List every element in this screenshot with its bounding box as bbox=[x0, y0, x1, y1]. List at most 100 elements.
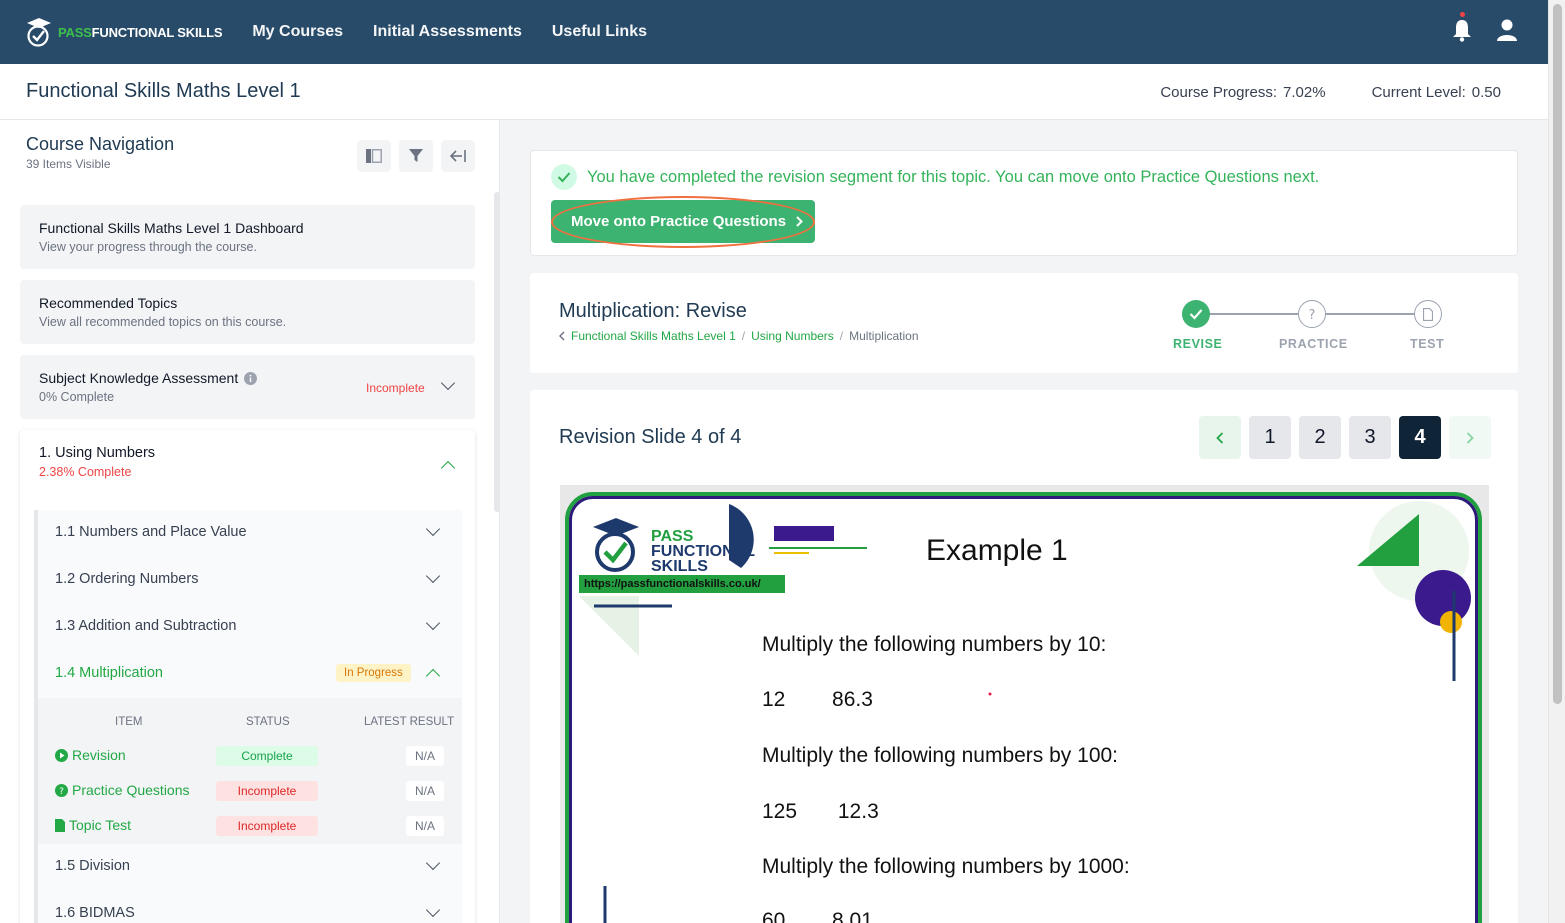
chevron-right-icon bbox=[796, 216, 803, 227]
chevron-down-icon bbox=[425, 615, 441, 631]
status-badge: In Progress bbox=[336, 664, 411, 682]
user-icon[interactable] bbox=[1496, 18, 1518, 42]
current-level: Current Level: 0.50 bbox=[1371, 84, 1501, 101]
slide-line: 12 86.3 bbox=[762, 688, 873, 711]
dashboard-card-title: Functional Skills Maths Level 1 Dashboar… bbox=[39, 220, 304, 236]
item-row-revision[interactable]: Revision Complete N/A bbox=[38, 739, 462, 774]
subtopic-1-1[interactable]: 1.1 Numbers and Place Value bbox=[38, 510, 462, 557]
column-header-latest-result: LATEST RESULT bbox=[364, 716, 455, 728]
logo-icon bbox=[27, 18, 51, 47]
course-progress: Course Progress: 7.02% bbox=[1160, 84, 1326, 101]
prev-slide-button[interactable] bbox=[1199, 416, 1241, 459]
column-header-status: STATUS bbox=[246, 716, 290, 728]
page-button-3[interactable]: 3 bbox=[1349, 416, 1391, 459]
toggle-layout-button[interactable] bbox=[357, 140, 391, 172]
recommended-topics-subtitle: View all recommended topics on this cour… bbox=[39, 315, 287, 329]
page-button-2[interactable]: 2 bbox=[1299, 416, 1341, 459]
sidebar-title: Course Navigation bbox=[26, 134, 175, 154]
step-revise[interactable] bbox=[1182, 300, 1210, 328]
slide-heading: Example 1 bbox=[926, 534, 1068, 567]
move-button-label: Move onto Practice Questions bbox=[571, 213, 787, 230]
top-navbar: PASSFUNCTIONAL SKILLS My Courses Initial… bbox=[0, 0, 1548, 64]
document-icon bbox=[55, 818, 65, 832]
dashboard-card[interactable]: Functional Skills Maths Level 1 Dashboar… bbox=[20, 205, 475, 269]
subtopic-1-3[interactable]: 1.3 Addition and Subtraction bbox=[38, 604, 462, 651]
course-navigation-sidebar: Course Navigation 39 Items Visible Funct… bbox=[0, 120, 500, 923]
step-practice[interactable]: ? bbox=[1298, 300, 1326, 328]
site-logo[interactable]: PASSFUNCTIONAL SKILLS bbox=[26, 16, 223, 48]
breadcrumb-course[interactable]: Functional Skills Maths Level 1 bbox=[571, 329, 736, 343]
topic-progress: 2.38% Complete bbox=[39, 465, 132, 479]
step-practice-label: PRACTICE bbox=[1279, 337, 1348, 351]
chevron-down-icon bbox=[425, 568, 441, 584]
recommended-topics-card[interactable]: Recommended Topics View all recommended … bbox=[20, 280, 475, 344]
revision-slide-card: Revision Slide 4 of 4 1 2 3 4 PASS FUNCT… bbox=[530, 390, 1518, 923]
chevron-left-icon bbox=[1216, 431, 1224, 444]
play-icon bbox=[55, 748, 68, 762]
layout-icon bbox=[366, 149, 382, 163]
page-button-4[interactable]: 4 bbox=[1399, 416, 1441, 459]
item-name: Practice Questions bbox=[72, 782, 190, 798]
subtopic-1-4[interactable]: 1.4 Multiplication In Progress bbox=[38, 651, 462, 698]
move-onto-practice-button[interactable]: Move onto Practice Questions bbox=[551, 200, 815, 243]
subtopic-1-2[interactable]: 1.2 Ordering Numbers bbox=[38, 557, 462, 604]
subject-knowledge-title: Subject Knowledge Assessment bbox=[39, 370, 239, 386]
chevron-down-icon bbox=[425, 855, 441, 871]
page-button-1[interactable]: 1 bbox=[1249, 416, 1291, 459]
step-connector bbox=[1196, 313, 1298, 315]
subtopic-1-6[interactable]: 1.6 BIDMAS bbox=[38, 891, 462, 923]
notifications-button[interactable] bbox=[1452, 12, 1474, 42]
slide-image: PASS FUNCTIONAL SKILLS https://passfunct… bbox=[560, 485, 1489, 923]
status-badge: Incomplete bbox=[216, 781, 318, 801]
slide-logo-icon bbox=[593, 518, 639, 572]
slide-title: Revision Slide 4 of 4 bbox=[559, 426, 742, 448]
chevron-down-icon[interactable] bbox=[440, 375, 456, 391]
stage-stepper: ? REVISE PRACTICE TEST bbox=[1166, 297, 1456, 357]
item-row-topic-test[interactable]: Topic Test Incomplete N/A bbox=[38, 809, 462, 844]
logo-functional-skills: FUNCTIONAL SKILLS bbox=[91, 24, 223, 40]
slide-line: Multiply the following numbers by 100: bbox=[762, 744, 1119, 767]
nav-initial-assessments[interactable]: Initial Assessments bbox=[373, 23, 522, 41]
status-badge: Complete bbox=[216, 746, 318, 766]
question-icon: ? bbox=[55, 783, 68, 797]
step-connector bbox=[1312, 313, 1414, 315]
item-name: Revision bbox=[72, 747, 126, 763]
nav-my-courses[interactable]: My Courses bbox=[252, 23, 343, 41]
chevron-up-icon[interactable] bbox=[440, 460, 456, 476]
filter-button[interactable] bbox=[399, 140, 433, 172]
step-test[interactable] bbox=[1414, 300, 1442, 328]
dashboard-card-subtitle: View your progress through the course. bbox=[39, 240, 257, 254]
nav-useful-links[interactable]: Useful Links bbox=[552, 23, 647, 41]
chevron-left-icon[interactable] bbox=[559, 331, 565, 341]
topic-stage-card: Multiplication: Revise Functional Skills… bbox=[530, 273, 1518, 373]
subtopic-1-5[interactable]: 1.5 Division bbox=[38, 844, 462, 891]
chevron-down-icon bbox=[425, 902, 441, 918]
latest-result: N/A bbox=[406, 816, 444, 836]
info-icon[interactable] bbox=[244, 371, 258, 385]
topic-title[interactable]: 1. Using Numbers bbox=[39, 445, 155, 461]
slide-line: Multiply the following numbers by 10: bbox=[762, 633, 1107, 656]
page-scrollbar[interactable] bbox=[1548, 0, 1565, 923]
slide-line: 60 8.01 bbox=[762, 909, 873, 923]
items-visible-count: 39 Items Visible bbox=[26, 157, 111, 171]
latest-result: N/A bbox=[406, 746, 444, 766]
breadcrumb-topic[interactable]: Using Numbers bbox=[751, 329, 834, 343]
main-content: You have completed the revision segment … bbox=[500, 120, 1548, 923]
collapse-sidebar-button[interactable] bbox=[441, 140, 475, 172]
logo-pass: PASS bbox=[58, 24, 92, 40]
step-test-label: TEST bbox=[1410, 337, 1445, 351]
slide-line: 125 12.3 bbox=[762, 800, 879, 823]
topic-using-numbers: 1. Using Numbers 2.38% Complete 1.1 Numb… bbox=[20, 430, 475, 923]
document-icon bbox=[1423, 307, 1433, 321]
latest-result: N/A bbox=[406, 781, 444, 801]
chevron-right-icon bbox=[1466, 431, 1474, 444]
next-slide-button[interactable] bbox=[1449, 416, 1491, 459]
recommended-topics-title: Recommended Topics bbox=[39, 295, 178, 311]
course-header: Functional Skills Maths Level 1 Course P… bbox=[0, 64, 1548, 120]
slide-url: https://passfunctionalskills.co.uk/ bbox=[579, 575, 785, 593]
chevron-down-icon bbox=[425, 521, 441, 537]
status-badge: Incomplete bbox=[366, 381, 425, 395]
subject-knowledge-card[interactable]: Subject Knowledge Assessment 0% Complete… bbox=[20, 355, 475, 419]
question-icon: ? bbox=[1309, 308, 1316, 321]
item-row-practice-questions[interactable]: ? Practice Questions Incomplete N/A bbox=[38, 774, 462, 809]
